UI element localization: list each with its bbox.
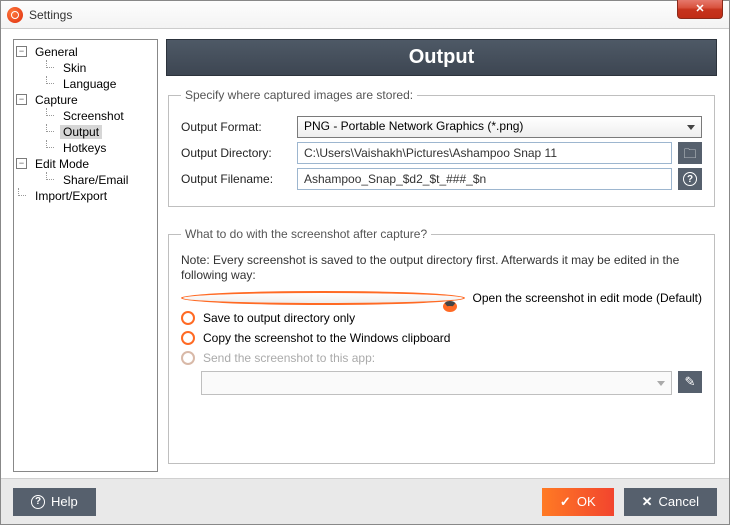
output-directory-field[interactable]: [297, 142, 672, 164]
output-filename-field[interactable]: [297, 168, 672, 190]
radio-mark-icon: [181, 291, 465, 305]
tree-toggle-capture[interactable]: −: [16, 94, 27, 105]
radio-mark-icon: [181, 351, 195, 365]
help-button-label: Help: [51, 494, 78, 509]
radio-save-only[interactable]: Save to output directory only: [181, 311, 702, 325]
output-directory-label: Output Directory:: [181, 146, 291, 160]
ok-button-label: OK: [577, 494, 596, 509]
check-icon: [560, 494, 571, 510]
folder-icon: 🗀: [683, 147, 696, 160]
output-filename-label: Output Filename:: [181, 172, 291, 186]
pencil-icon: [685, 374, 696, 390]
storage-group: Specify where captured images are stored…: [168, 88, 715, 207]
radio-open-edit-label: Open the screenshot in edit mode (Defaul…: [473, 291, 702, 305]
radio-save-only-label: Save to output directory only: [203, 311, 355, 325]
filename-help-button[interactable]: ?: [678, 168, 702, 190]
main-area: − General Skin Language − Capture Screen…: [1, 29, 729, 478]
close-icon: ✕: [695, 2, 704, 15]
tree-item-screenshot[interactable]: Screenshot: [60, 109, 127, 123]
cancel-button[interactable]: Cancel: [624, 488, 717, 516]
page-title: Output: [166, 39, 717, 76]
after-capture-group: What to do with the screenshot after cap…: [168, 227, 715, 464]
tree-item-output[interactable]: Output: [60, 125, 102, 139]
tree-item-share[interactable]: Share/Email: [60, 173, 131, 187]
radio-send-app: Send the screenshot to this app:: [181, 351, 702, 365]
settings-tree: − General Skin Language − Capture Screen…: [13, 39, 158, 472]
output-format-select[interactable]: PNG - Portable Network Graphics (*.png): [297, 116, 702, 138]
app-icon: [7, 7, 23, 23]
close-button[interactable]: ✕: [677, 0, 723, 19]
cancel-button-label: Cancel: [659, 494, 699, 509]
browse-directory-button[interactable]: 🗀: [678, 142, 702, 164]
tree-toggle-editmode[interactable]: −: [16, 158, 27, 169]
tree-item-language[interactable]: Language: [60, 77, 119, 91]
ok-button[interactable]: OK: [542, 488, 614, 516]
footer: ? Help OK Cancel: [1, 478, 729, 524]
send-to-app-select: [201, 371, 672, 395]
tree-item-import-export[interactable]: Import/Export: [32, 189, 110, 203]
radio-mark-icon: [181, 311, 195, 325]
radio-mark-icon: [181, 331, 195, 345]
question-icon: ?: [683, 172, 697, 186]
output-format-value: PNG - Portable Network Graphics (*.png): [304, 119, 523, 133]
help-button[interactable]: ? Help: [13, 488, 96, 516]
after-note: Note: Every screenshot is saved to the o…: [181, 253, 702, 283]
tree-item-skin[interactable]: Skin: [60, 61, 89, 75]
radio-send-app-label: Send the screenshot to this app:: [203, 351, 375, 365]
radio-copy-clipboard-label: Copy the screenshot to the Windows clipb…: [203, 331, 450, 345]
tree-item-capture[interactable]: Capture: [32, 93, 81, 107]
content-panel: Output Specify where captured images are…: [166, 39, 717, 472]
window-title: Settings: [29, 8, 72, 22]
storage-legend: Specify where captured images are stored…: [181, 88, 417, 102]
radio-copy-clipboard[interactable]: Copy the screenshot to the Windows clipb…: [181, 331, 702, 345]
tree-toggle-general[interactable]: −: [16, 46, 27, 57]
radio-open-edit[interactable]: Open the screenshot in edit mode (Defaul…: [181, 291, 702, 305]
after-legend: What to do with the screenshot after cap…: [181, 227, 431, 241]
tree-item-general[interactable]: General: [32, 45, 81, 59]
output-format-label: Output Format:: [181, 120, 291, 134]
titlebar: Settings ✕: [1, 1, 729, 29]
edit-app-button[interactable]: [678, 371, 702, 393]
x-icon: [642, 494, 653, 510]
tree-item-hotkeys[interactable]: Hotkeys: [60, 141, 109, 155]
tree-item-editmode[interactable]: Edit Mode: [32, 157, 92, 171]
help-icon: ?: [31, 495, 45, 509]
